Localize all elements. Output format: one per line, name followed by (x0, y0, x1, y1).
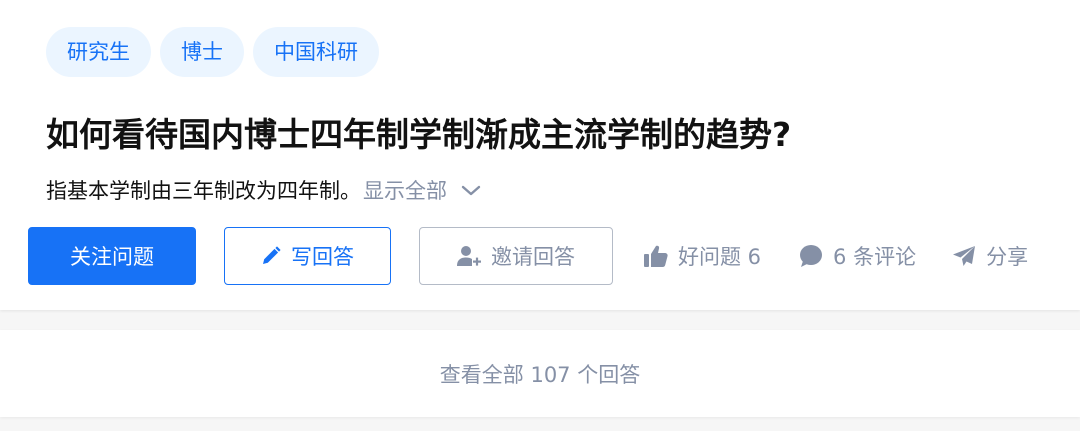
question-title: 如何看待国内博士四年制学制渐成主流学制的趋势? (46, 115, 792, 154)
thumbs-up-icon (644, 245, 668, 267)
topic-tag-phd[interactable]: 博士 (160, 27, 244, 77)
question-actions: 关注问题 写回答 邀请回答 好问题 6 6 条评论 分享 (28, 227, 1068, 285)
paper-plane-icon (953, 246, 976, 266)
topic-tags: 研究生 博士 中国科研 (46, 27, 379, 77)
topic-tag-grad-student[interactable]: 研究生 (46, 27, 151, 77)
question-header-card: 研究生 博士 中国科研 如何看待国内博士四年制学制渐成主流学制的趋势? 指基本学… (0, 0, 1080, 310)
topic-tag-china-research[interactable]: 中国科研 (253, 27, 379, 77)
user-plus-icon (457, 246, 481, 266)
comments-button[interactable]: 6 条评论 (799, 241, 916, 271)
write-answer-button[interactable]: 写回答 (224, 227, 391, 285)
pencil-icon (263, 246, 281, 264)
show-all-label: 显示全部 (363, 179, 447, 203)
view-all-answers-link[interactable]: 查看全部 107 个回答 (440, 359, 640, 389)
chevron-down-icon (461, 185, 481, 196)
view-all-answers-bar: 查看全部 107 个回答 (0, 330, 1080, 417)
write-answer-label: 写回答 (291, 245, 354, 269)
share-button[interactable]: 分享 (952, 241, 1028, 271)
invite-answer-button[interactable]: 邀请回答 (419, 227, 613, 285)
good-question-label: 好问题 6 (678, 245, 762, 269)
share-label: 分享 (986, 245, 1029, 269)
comments-label: 6 条评论 (833, 245, 917, 269)
comment-bubble-icon (800, 245, 823, 267)
question-detail-text: 指基本学制由三年制改为四年制。 (46, 179, 361, 203)
follow-question-button[interactable]: 关注问题 (28, 227, 196, 285)
invite-answer-label: 邀请回答 (491, 245, 575, 269)
question-detail: 指基本学制由三年制改为四年制。 显示全部 (46, 173, 481, 209)
show-all-button[interactable]: 显示全部 (363, 173, 481, 209)
good-question-button[interactable]: 好问题 6 (644, 241, 761, 271)
follow-question-label: 关注问题 (70, 245, 154, 269)
